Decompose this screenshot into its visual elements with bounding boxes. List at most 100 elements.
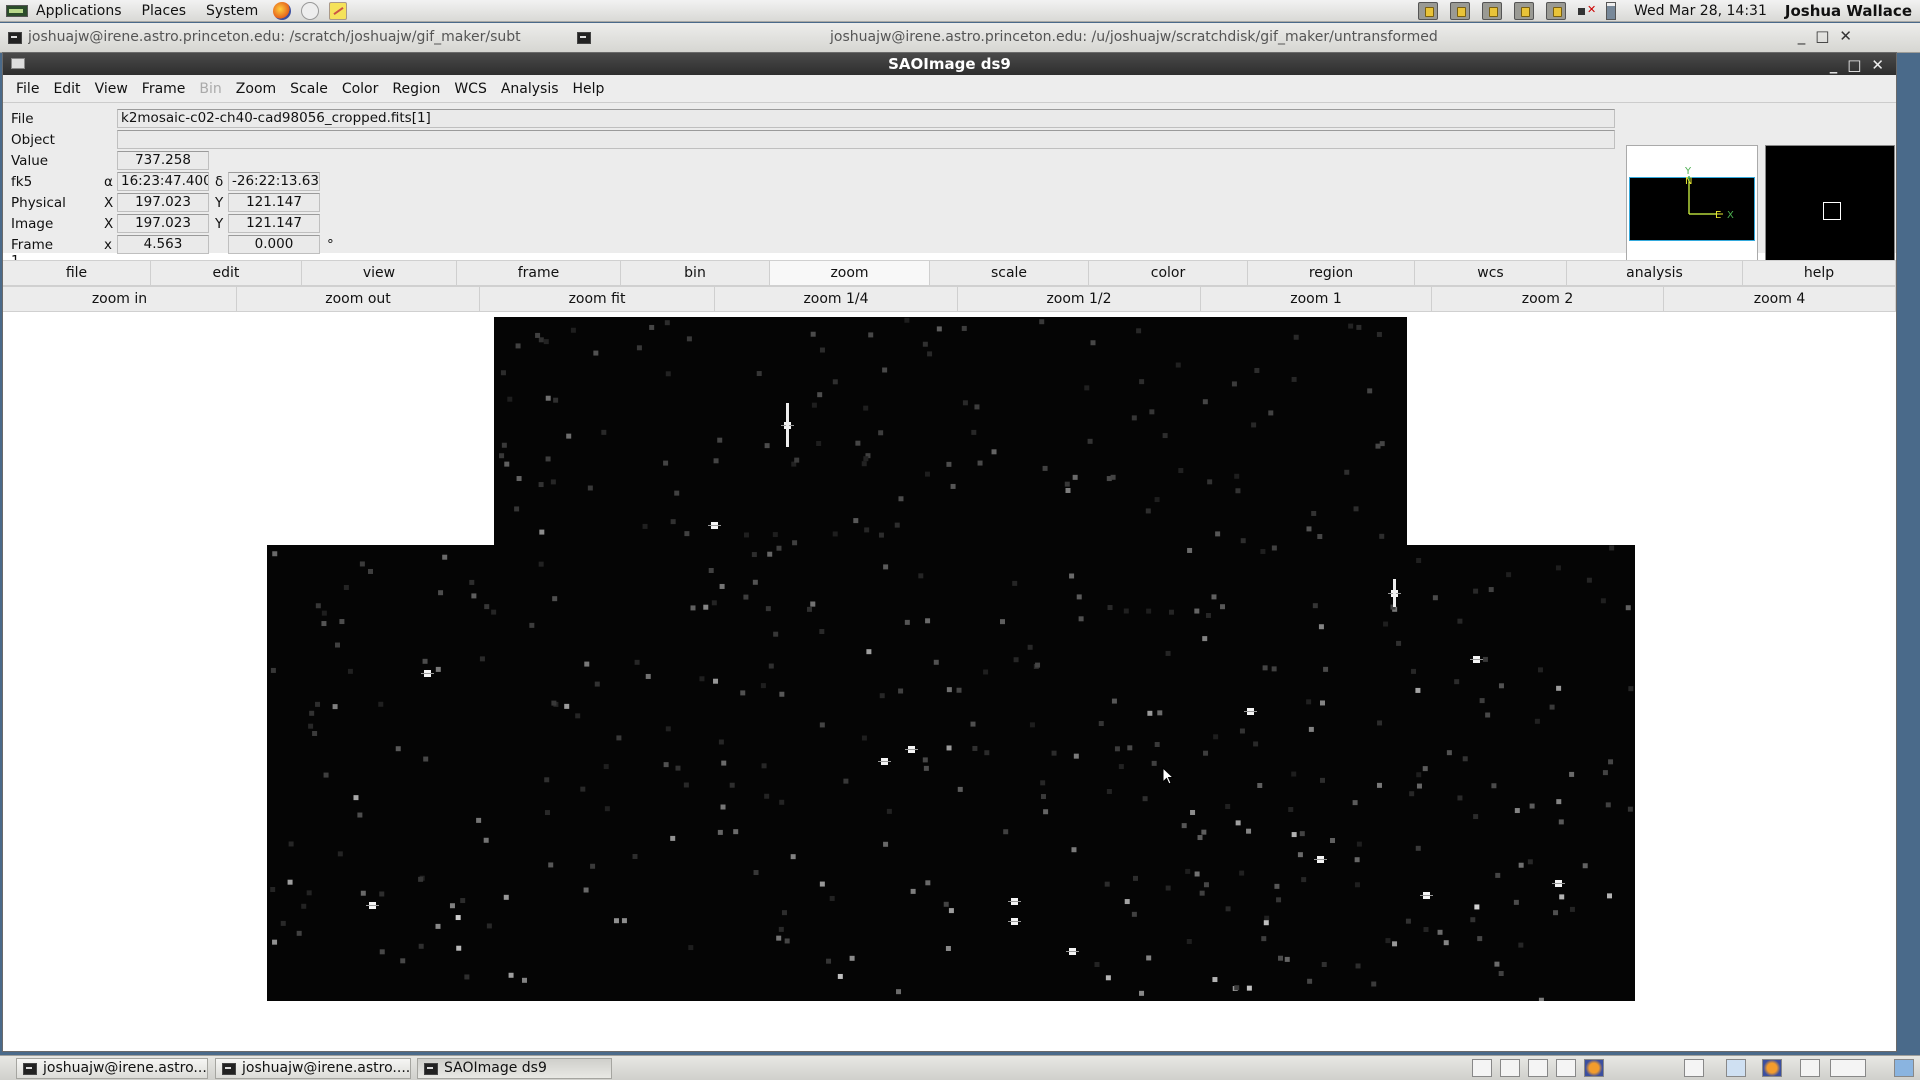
taskbar-item-label: joshuajw@irene.astro....: [43, 1060, 208, 1076]
button-region[interactable]: region: [1248, 261, 1415, 285]
button-zoom-4[interactable]: zoom 4: [1664, 287, 1896, 311]
maximize-icon[interactable]: □: [1847, 54, 1861, 76]
taskbar-item-terminal-2[interactable]: joshuajw@irene.astro....: [215, 1058, 411, 1079]
menu-view[interactable]: View: [88, 81, 135, 97]
physical-y-label: Y: [215, 195, 224, 211]
button-analysis[interactable]: analysis: [1567, 261, 1743, 285]
button-frame[interactable]: frame: [457, 261, 621, 285]
file-value: k2mosaic-c02-ch40-cad98056_cropped.fits[…: [117, 109, 1615, 128]
terminal-title-right: joshuajw@irene.astro.princeton.edu: /u/j…: [830, 29, 1438, 45]
button-zoom[interactable]: zoom: [770, 261, 930, 285]
taskbar-item-ds9[interactable]: SAOImage ds9: [417, 1058, 612, 1079]
firefox-launcher-icon[interactable]: [273, 1, 292, 20]
delta-label: δ: [215, 174, 224, 190]
menu-edit[interactable]: Edit: [46, 81, 87, 97]
menu-frame[interactable]: Frame: [135, 81, 193, 97]
battery-icon[interactable]: [1605, 2, 1616, 20]
menu-color[interactable]: Color: [335, 81, 386, 97]
image-canvas[interactable]: [6, 317, 1896, 1001]
clock[interactable]: Wed Mar 28, 14:31: [1622, 3, 1779, 19]
system-menu[interactable]: System: [196, 0, 268, 22]
image-y-label: Y: [215, 216, 224, 232]
delta-value: -26:22:13.63: [228, 172, 320, 191]
lock-icon[interactable]: [1545, 2, 1566, 20]
workspace-icon[interactable]: [1528, 1059, 1548, 1077]
minimize-icon[interactable]: _: [1830, 54, 1838, 76]
menu-file[interactable]: File: [9, 81, 46, 97]
image-label: Image: [11, 216, 54, 232]
button-help[interactable]: help: [1743, 261, 1896, 285]
workspace-icon[interactable]: [1726, 1059, 1746, 1077]
window-titlebar[interactable]: SAOImage ds9 _ □ ✕: [3, 53, 1896, 75]
minimize-icon[interactable]: _: [1798, 27, 1806, 45]
firefox-taskbar-icon[interactable]: [1762, 1059, 1782, 1077]
file-label: File: [11, 111, 34, 127]
physical-x-label: X: [104, 195, 114, 211]
button-zoom-in[interactable]: zoom in: [3, 287, 237, 311]
menubar: File Edit View Frame Bin Zoom Scale Colo…: [3, 75, 1896, 103]
button-edit[interactable]: edit: [151, 261, 302, 285]
lock-icon[interactable]: [1513, 2, 1534, 20]
button-scale[interactable]: scale: [930, 261, 1089, 285]
image-y-value: 121.147: [228, 214, 320, 233]
workspace-icon[interactable]: [1500, 1059, 1520, 1077]
button-view[interactable]: view: [302, 261, 457, 285]
button-zoom-half[interactable]: zoom 1/2: [958, 287, 1201, 311]
fits-image[interactable]: [6, 317, 1896, 1001]
applications-menu[interactable]: Applications: [0, 0, 132, 22]
menu-scale[interactable]: Scale: [283, 81, 335, 97]
button-zoom-2[interactable]: zoom 2: [1432, 287, 1664, 311]
close-icon[interactable]: ✕: [1839, 27, 1852, 45]
mail-launcher-icon[interactable]: [301, 1, 320, 20]
button-file[interactable]: file: [3, 261, 151, 285]
applications-icon: [6, 4, 28, 17]
system-menu-label: System: [206, 2, 259, 19]
lock-icon[interactable]: [1481, 2, 1502, 20]
workspace-icon[interactable]: [1556, 1059, 1576, 1077]
info-panel: File k2mosaic-c02-ch40-cad98056_cropped.…: [3, 103, 1896, 277]
physical-label: Physical: [11, 195, 66, 211]
show-desktop-icon[interactable]: [1472, 1059, 1492, 1077]
taskbar-item-label: SAOImage ds9: [444, 1060, 547, 1076]
button-color[interactable]: color: [1089, 261, 1248, 285]
button-wcs[interactable]: wcs: [1415, 261, 1567, 285]
menu-zoom[interactable]: Zoom: [229, 81, 283, 97]
workspace-icon[interactable]: [1684, 1059, 1704, 1077]
button-bin[interactable]: bin: [621, 261, 770, 285]
maximize-icon[interactable]: □: [1815, 27, 1829, 45]
compass-e-label: E: [1715, 210, 1721, 221]
button-zoom-out[interactable]: zoom out: [237, 287, 480, 311]
window-icon: [11, 58, 25, 69]
workspace-icon[interactable]: [1800, 1059, 1820, 1077]
background-terminal-titlebar[interactable]: joshuajw@irene.astro.princeton.edu: /scr…: [0, 23, 1920, 53]
panner[interactable]: Y N E X: [1626, 145, 1758, 277]
compass-x-label: X: [1727, 210, 1734, 221]
places-menu[interactable]: Places: [132, 0, 197, 22]
close-icon[interactable]: ✕: [1871, 54, 1884, 76]
menu-bin: Bin: [199, 80, 222, 97]
notification-icon[interactable]: [1894, 1059, 1914, 1077]
menu-region[interactable]: Region: [385, 81, 447, 97]
volume-muted-icon[interactable]: [1576, 2, 1596, 20]
button-zoom-fit[interactable]: zoom fit: [480, 287, 715, 311]
lock-icon[interactable]: [1417, 2, 1438, 20]
physical-x-value: 197.023: [117, 193, 209, 212]
button-zoom-1[interactable]: zoom 1: [1201, 287, 1432, 311]
window-icon: [424, 1063, 438, 1075]
frame-x-label: x: [104, 237, 112, 253]
workspace-icon[interactable]: [1830, 1059, 1866, 1077]
menu-analysis[interactable]: Analysis: [494, 81, 566, 97]
alpha-value: 16:23:47.400: [117, 172, 209, 191]
lock-icon[interactable]: [1449, 2, 1470, 20]
firefox-taskbar-icon[interactable]: [1584, 1059, 1604, 1077]
places-menu-label: Places: [141, 2, 187, 19]
image-x-value: 197.023: [117, 214, 209, 233]
user-name[interactable]: Joshua Wallace: [1779, 2, 1920, 20]
menu-help[interactable]: Help: [566, 81, 612, 97]
menu-wcs[interactable]: WCS: [447, 81, 494, 97]
notes-launcher-icon[interactable]: [329, 1, 348, 20]
button-zoom-quarter[interactable]: zoom 1/4: [715, 287, 958, 311]
terminal-icon: [577, 32, 591, 44]
taskbar-item-terminal-1[interactable]: joshuajw@irene.astro....: [16, 1058, 208, 1079]
object-value: [117, 130, 1615, 149]
